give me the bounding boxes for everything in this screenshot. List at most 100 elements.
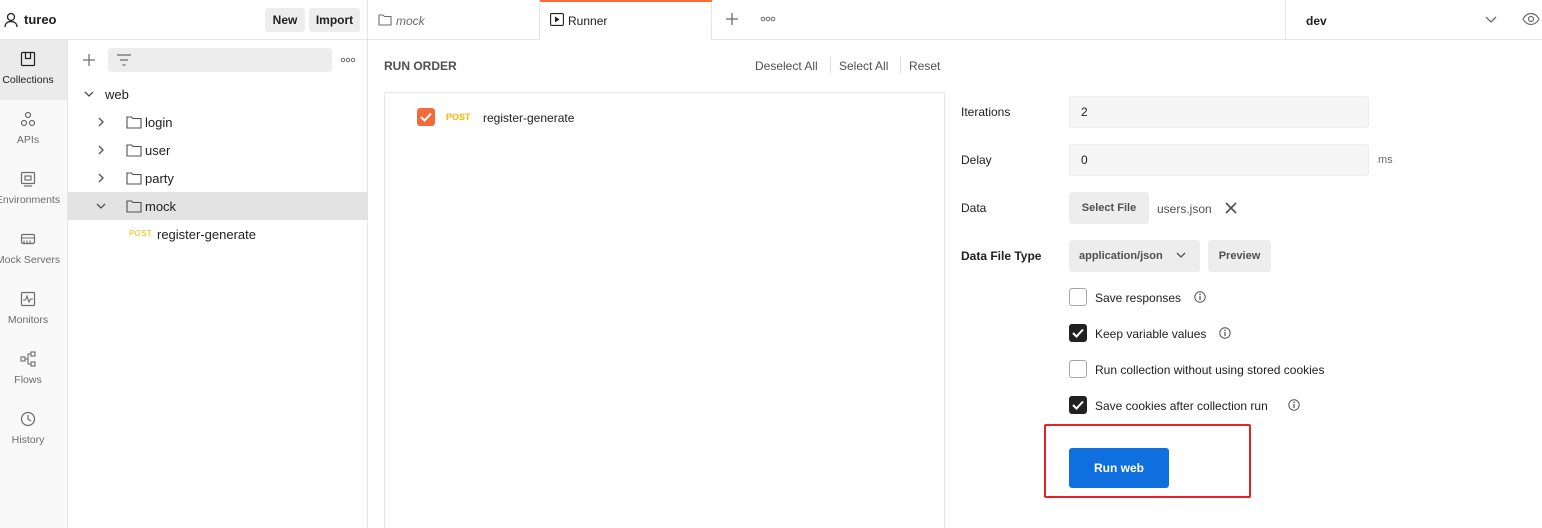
tree-folder-login[interactable]: login: [68, 108, 368, 136]
folder-icon: [126, 144, 142, 157]
rail-environments[interactable]: Environments: [0, 160, 67, 220]
keep-variable-values-label: Keep variable values: [1095, 327, 1207, 341]
history-icon: [20, 411, 36, 427]
data-file-name: users.json: [1157, 202, 1212, 216]
keep-variable-values-checkbox[interactable]: [1069, 324, 1087, 342]
folder-icon: [126, 200, 142, 213]
import-button[interactable]: Import: [309, 8, 360, 32]
run-item-name: register-generate: [483, 111, 575, 125]
folder-name: user: [145, 143, 171, 158]
chevron-down-icon: [1485, 16, 1497, 23]
filter-icon[interactable]: [116, 53, 132, 67]
top-bar: tureo New Import mock Runner dev: [0, 0, 1542, 40]
tree-folder-party[interactable]: party: [68, 164, 368, 192]
collection-name: web: [105, 87, 129, 102]
mock-servers-icon: [20, 233, 36, 245]
divider: [830, 57, 831, 73]
request-method-badge: POST: [129, 229, 152, 238]
run-without-cookies-checkbox[interactable]: [1069, 360, 1087, 378]
select-all-link[interactable]: Select All: [839, 59, 888, 73]
rail-mock-servers[interactable]: Mock Servers: [0, 220, 67, 280]
checkmark-icon: [1072, 328, 1084, 338]
tab-mock[interactable]: mock: [368, 0, 540, 40]
data-file-type-label: Data File Type: [961, 249, 1042, 263]
folder-icon: [126, 116, 142, 129]
save-responses-label: Save responses: [1095, 291, 1182, 305]
apis-icon: [20, 111, 36, 127]
collections-icon: [20, 51, 36, 67]
more-tabs-icon[interactable]: [760, 13, 776, 25]
save-responses-checkbox[interactable]: [1069, 288, 1087, 306]
tab-runner[interactable]: Runner: [540, 0, 712, 40]
rail-collections[interactable]: Collections: [0, 40, 67, 100]
chevron-right-icon[interactable]: [96, 173, 106, 183]
run-collection-button[interactable]: Run web: [1069, 448, 1169, 488]
rail-flows[interactable]: Flows: [0, 340, 67, 400]
rail-apis[interactable]: APIs: [0, 100, 67, 160]
add-tab-icon[interactable]: [724, 11, 740, 27]
folder-name: login: [145, 115, 173, 130]
run-order-list: [384, 92, 945, 528]
deselect-all-link[interactable]: Deselect All: [755, 59, 818, 73]
chevron-right-icon[interactable]: [96, 117, 106, 127]
collections-sidebar: web login user party mock POST register-…: [68, 40, 368, 528]
tab-runner-label: Runner: [568, 14, 608, 28]
add-collection-icon[interactable]: [82, 53, 96, 67]
checkmark-icon: [420, 112, 432, 122]
chevron-down-icon[interactable]: [96, 201, 106, 211]
flows-icon: [20, 351, 36, 367]
select-file-button[interactable]: Select File: [1069, 192, 1149, 224]
workspace-header: tureo New Import: [0, 0, 368, 40]
divider: [900, 57, 901, 73]
tab-mock-label: mock: [396, 14, 425, 28]
rail-flows-label: Flows: [14, 374, 42, 386]
reset-link[interactable]: Reset: [909, 59, 940, 73]
folder-icon: [126, 172, 142, 185]
search-collections-input[interactable]: [108, 48, 332, 72]
new-button[interactable]: New: [265, 8, 305, 32]
run-item-checkbox[interactable]: [417, 108, 435, 126]
delay-input[interactable]: 0: [1069, 144, 1369, 176]
chevron-right-icon[interactable]: [96, 145, 106, 155]
run-without-cookies-label: Run collection without using stored cook…: [1095, 363, 1325, 377]
monitors-icon: [20, 291, 36, 307]
workspace-name[interactable]: tureo: [24, 12, 57, 27]
info-icon[interactable]: [1194, 291, 1206, 303]
user-icon: [4, 12, 18, 28]
close-icon[interactable]: [1225, 202, 1237, 214]
environment-selector[interactable]: dev: [1285, 0, 1510, 40]
folder-name: mock: [145, 199, 177, 214]
tree-folder-mock[interactable]: mock: [68, 192, 368, 220]
tree-request-register-generate[interactable]: POST register-generate: [68, 220, 368, 248]
data-label: Data: [961, 201, 987, 215]
iterations-input[interactable]: 2: [1069, 96, 1369, 128]
preview-button[interactable]: Preview: [1208, 240, 1271, 272]
rail-mock-servers-label: Mock Servers: [0, 254, 61, 266]
rail-history-label: History: [11, 434, 45, 446]
save-cookies-label: Save cookies after collection run: [1095, 399, 1268, 413]
save-cookies-checkbox[interactable]: [1069, 396, 1087, 414]
rail-apis-label: APIs: [16, 134, 40, 146]
left-rail: Collections APIs Environments Mock Serve…: [0, 40, 68, 528]
data-file-type-value: application/json: [1079, 250, 1163, 262]
run-order-title: RUN ORDER: [384, 59, 457, 73]
more-options-icon[interactable]: [340, 56, 356, 64]
rail-monitors-label: Monitors: [7, 314, 49, 326]
rail-environments-label: Environments: [0, 194, 61, 206]
environments-icon: [20, 171, 36, 187]
chevron-down-icon[interactable]: [84, 89, 94, 99]
run-item-method: POST: [446, 112, 471, 122]
rail-history[interactable]: History: [0, 400, 67, 460]
rail-collections-label: Collections: [2, 74, 54, 86]
info-icon[interactable]: [1288, 399, 1300, 411]
chevron-down-icon: [1176, 252, 1186, 258]
request-name: register-generate: [157, 227, 256, 242]
folder-icon: [378, 14, 392, 26]
info-icon[interactable]: [1219, 327, 1231, 339]
tree-folder-user[interactable]: user: [68, 136, 368, 164]
folder-name: party: [145, 171, 174, 186]
iterations-label: Iterations: [961, 105, 1011, 119]
rail-monitors[interactable]: Monitors: [0, 280, 67, 340]
tree-collection-web[interactable]: web: [68, 80, 368, 108]
eye-icon[interactable]: [1522, 12, 1540, 26]
